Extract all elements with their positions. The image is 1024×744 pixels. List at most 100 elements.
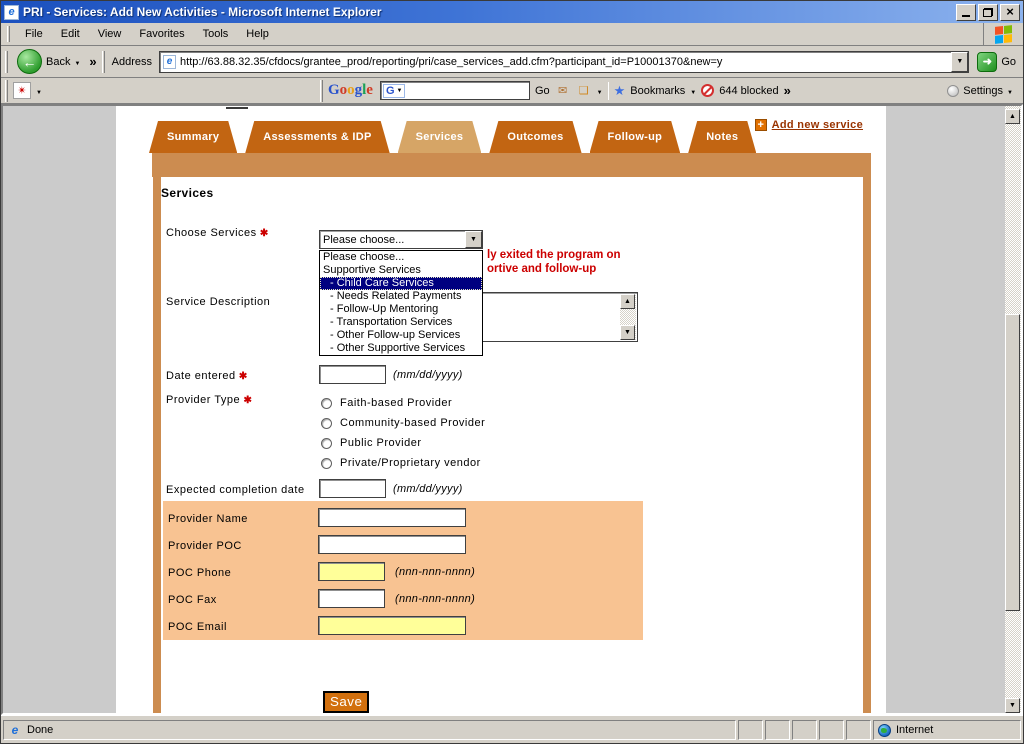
menu-file[interactable]: File	[16, 25, 52, 43]
date-format-hint: (mm/dd/yyyy)	[393, 483, 463, 495]
scrollbar-down-icon[interactable]	[1005, 698, 1020, 713]
blocked-count[interactable]: 644 blocked	[719, 85, 778, 97]
clipped-content-sliver	[226, 107, 248, 109]
tab-outcomes[interactable]: Outcomes	[489, 121, 581, 153]
textarea-scrollbar[interactable]	[620, 294, 636, 340]
minimize-button[interactable]	[956, 3, 976, 21]
security-zone-pane: Internet	[873, 720, 1021, 740]
scroll-down-icon[interactable]	[620, 325, 635, 340]
dropdown-option-selected[interactable]: - Child Care Services	[320, 277, 482, 290]
back-button[interactable]: Back	[13, 48, 84, 75]
minimize-icon	[962, 7, 970, 17]
bookmarks-dropdown-caret[interactable]	[690, 85, 696, 97]
menu-view[interactable]: View	[89, 25, 131, 43]
bookmarks-star-icon[interactable]	[614, 83, 626, 99]
poc-fax-input[interactable]	[318, 589, 385, 608]
provider-name-input[interactable]	[318, 508, 466, 527]
google-search-input[interactable]	[379, 81, 530, 100]
tab-services[interactable]: Services	[398, 121, 482, 153]
dropdown-option[interactable]: - Needs Related Payments	[320, 290, 482, 303]
settings-button[interactable]: Settings	[947, 84, 1019, 97]
address-toolbar: Back Address http://63.88.32.35/cfdocs/g…	[1, 46, 1023, 78]
menu-help[interactable]: Help	[237, 25, 278, 43]
radio-row: Public Provider	[321, 437, 421, 449]
expected-completion-input[interactable]	[319, 479, 386, 498]
internet-globe-icon	[878, 723, 891, 737]
status-main-pane: Done	[3, 720, 736, 740]
toolbar-grip[interactable]	[101, 50, 105, 73]
menu-tools[interactable]: Tools	[194, 25, 238, 43]
phone-format-hint: (nnn-nnn-nnnn)	[395, 593, 476, 605]
poc-phone-input[interactable]	[318, 562, 385, 581]
dropdown-option[interactable]: Supportive Services	[320, 264, 482, 277]
settings-dropdown-caret[interactable]	[1007, 85, 1013, 97]
google-go-button[interactable]: Go	[535, 85, 550, 97]
dropdown-option[interactable]: - Follow-Up Mentoring	[320, 303, 482, 316]
page-title: Services	[161, 186, 214, 200]
tab-assessments-idp[interactable]: Assessments & IDP	[245, 121, 389, 153]
radio-public-provider[interactable]	[321, 437, 332, 449]
scroll-up-icon[interactable]	[620, 294, 635, 309]
menu-favorites[interactable]: Favorites	[130, 25, 193, 43]
menu-grip[interactable]	[7, 26, 10, 42]
status-pane	[765, 720, 790, 740]
radio-faith-based[interactable]	[321, 397, 332, 409]
popup-blocked-icon[interactable]	[701, 84, 715, 97]
address-dropdown-button[interactable]	[951, 51, 969, 72]
poc-phone-label: POC Phone	[168, 567, 232, 579]
dropdown-option[interactable]: Please choose...	[320, 251, 482, 264]
select-dropdown-button[interactable]	[465, 231, 482, 248]
provider-poc-label: Provider POC	[168, 540, 242, 552]
vertical-scrollbar[interactable]	[1005, 106, 1021, 713]
toolbar-grip[interactable]	[5, 79, 8, 102]
choose-services-dropdown-list: Please choose... Supportive Services - C…	[319, 250, 483, 356]
poc-email-input[interactable]	[318, 616, 466, 635]
back-arrow-icon	[17, 49, 42, 74]
date-entered-input[interactable]	[319, 365, 386, 384]
adobe-pdf-icon[interactable]	[13, 82, 31, 99]
address-input[interactable]: http://63.88.32.35/cfdocs/grantee_prod/r…	[159, 50, 970, 73]
toolbar-grip[interactable]	[5, 50, 8, 73]
back-dropdown-caret[interactable]	[74, 56, 80, 68]
save-button[interactable]: Save	[323, 691, 370, 713]
close-button[interactable]	[1000, 3, 1020, 21]
select-current-value: Please choose...	[323, 233, 405, 246]
provider-info-panel: Provider Name Provider POC POC Phone (nn…	[163, 501, 643, 640]
autofill-dropdown-caret[interactable]	[597, 85, 603, 97]
dropdown-option[interactable]: - Other Follow-up Services	[320, 329, 482, 342]
restore-button[interactable]	[978, 3, 998, 21]
choose-services-select[interactable]: Please choose...	[319, 230, 483, 249]
status-bar: Done Internet	[1, 715, 1023, 743]
go-button[interactable]: Go	[974, 51, 1019, 73]
status-pane	[846, 720, 871, 740]
address-url[interactable]: http://63.88.32.35/cfdocs/grantee_prod/r…	[180, 56, 951, 68]
go-label: Go	[1001, 55, 1016, 68]
autofill-icon[interactable]	[576, 83, 592, 98]
provider-poc-input[interactable]	[318, 535, 466, 554]
menu-edit[interactable]: Edit	[52, 25, 89, 43]
right-border-strip	[863, 153, 871, 713]
scrollbar-thumb[interactable]	[1005, 314, 1020, 611]
toolbar-overflow-chevron[interactable]	[89, 54, 96, 69]
toolbar-separator	[607, 81, 609, 100]
dropdown-option[interactable]: - Transportation Services	[320, 316, 482, 329]
exit-warning-line2: ortive and follow-up	[487, 263, 597, 275]
page-content: Summary Assessments & IDP Services Outco…	[116, 106, 886, 713]
add-new-service-label[interactable]: Add new service	[772, 119, 863, 131]
scrollbar-up-icon[interactable]	[1005, 109, 1020, 124]
toolbar-grip[interactable]	[319, 79, 323, 102]
google-g-icon[interactable]	[382, 83, 406, 98]
settings-icon	[947, 84, 960, 97]
tab-summary[interactable]: Summary	[149, 121, 237, 153]
dropdown-option[interactable]: - Other Supportive Services	[320, 342, 482, 355]
radio-private-vendor[interactable]	[321, 457, 332, 469]
toolbar-overflow-chevron[interactable]	[784, 83, 791, 98]
send-icon[interactable]	[555, 83, 571, 98]
tab-notes[interactable]: Notes	[688, 121, 756, 153]
pdf-dropdown-caret[interactable]	[36, 85, 42, 97]
radio-community-based[interactable]	[321, 417, 332, 429]
bookmarks-button[interactable]: Bookmarks	[630, 85, 685, 97]
add-new-service-link[interactable]: Add new service	[754, 119, 863, 131]
tab-follow-up[interactable]: Follow-up	[590, 121, 681, 153]
page-viewport: Summary Assessments & IDP Services Outco…	[1, 104, 1023, 715]
